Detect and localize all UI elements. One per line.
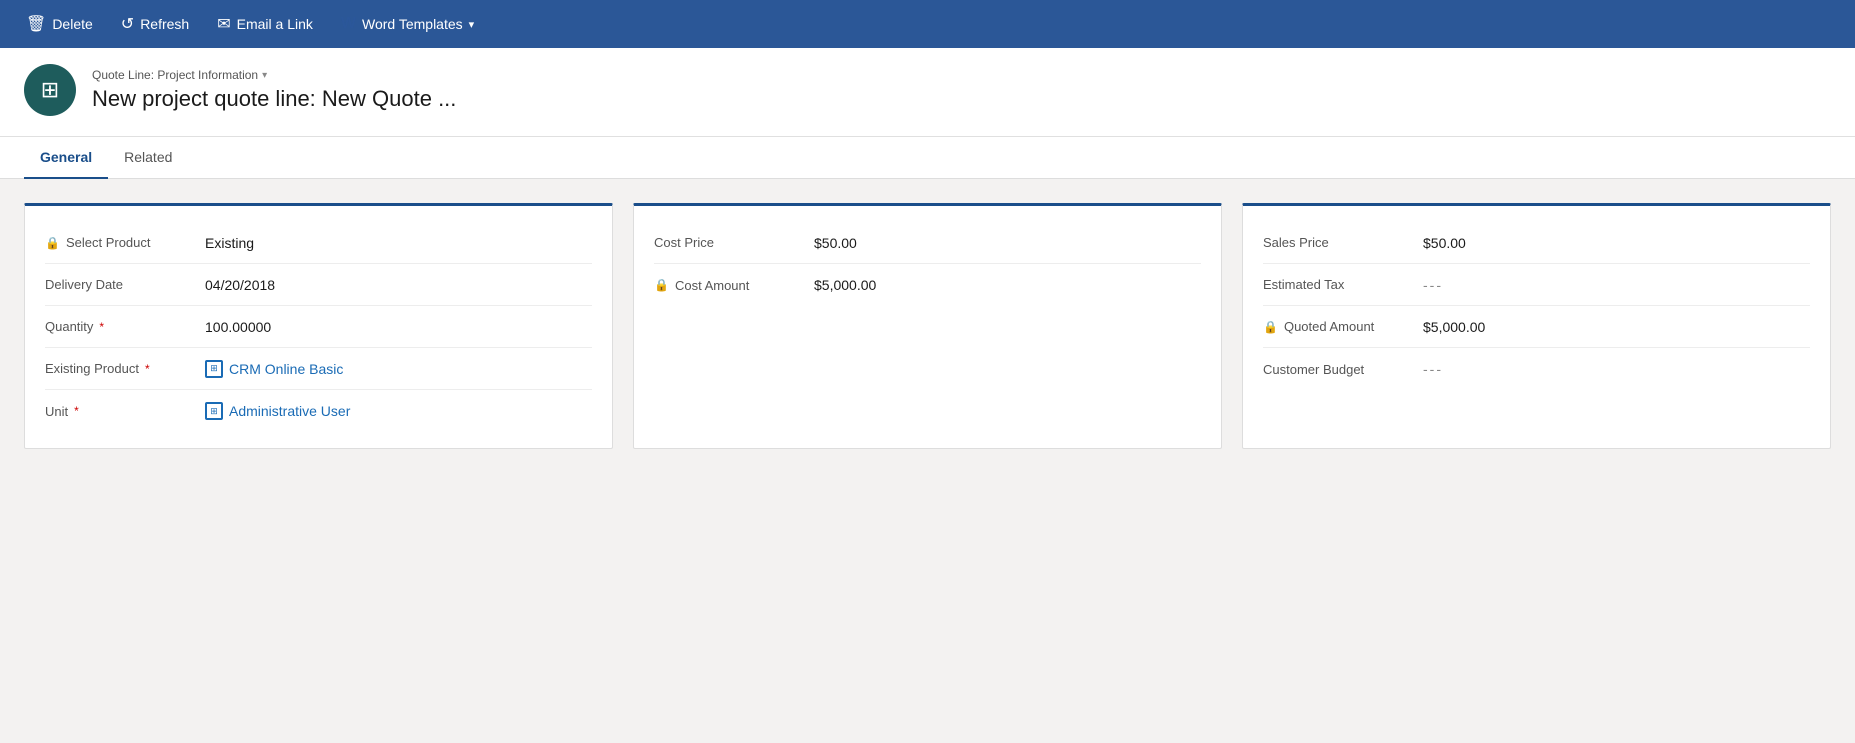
- required-star-unit: *: [74, 404, 79, 418]
- field-row-estimated-tax: Estimated Tax ---: [1263, 264, 1810, 306]
- header-text: Quote Line: Project Information ▾ New pr…: [92, 68, 456, 112]
- field-row-customer-budget: Customer Budget ---: [1263, 348, 1810, 390]
- value-customer-budget[interactable]: ---: [1423, 361, 1443, 377]
- label-quoted-amount: 🔒 Quoted Amount: [1263, 319, 1423, 334]
- left-card-form: 🔒 Select Product Existing Delivery Date …: [25, 206, 612, 448]
- breadcrumb-chevron-icon[interactable]: ▾: [262, 70, 267, 81]
- lock-icon-select-product: 🔒: [45, 236, 60, 250]
- breadcrumb-label: Quote Line: Project Information: [92, 68, 258, 82]
- value-select-product[interactable]: Existing: [205, 235, 254, 251]
- page-header: ⊞ Quote Line: Project Information ▾ New …: [0, 48, 1855, 137]
- middle-card-form: Cost Price $50.00 🔒 Cost Amount $5,000.0…: [634, 206, 1221, 322]
- right-card: Sales Price $50.00 Estimated Tax --- 🔒 Q…: [1242, 203, 1831, 449]
- field-row-sales-price: Sales Price $50.00: [1263, 222, 1810, 264]
- tab-general[interactable]: General: [24, 137, 108, 179]
- email-icon: ✉: [217, 14, 230, 34]
- cards-row: 🔒 Select Product Existing Delivery Date …: [24, 203, 1831, 449]
- field-row-unit: Unit * ⊞ Administrative User: [45, 390, 592, 432]
- tabs-container: General Related: [0, 137, 1855, 179]
- word-templates-chevron: ▾: [469, 18, 475, 31]
- main-content: 🔒 Select Product Existing Delivery Date …: [0, 179, 1855, 743]
- tab-related[interactable]: Related: [108, 137, 188, 179]
- value-delivery-date[interactable]: 04/20/2018: [205, 277, 275, 293]
- refresh-button[interactable]: ↺ Refresh: [111, 10, 199, 38]
- required-star-existing-product: *: [145, 362, 150, 376]
- avatar: ⊞: [24, 64, 76, 116]
- toolbar: 🗑 Delete ↺ Refresh ✉ Email a Link W Word…: [0, 0, 1855, 48]
- refresh-icon: ↺: [121, 14, 134, 34]
- lock-icon-cost-amount: 🔒: [654, 278, 669, 292]
- lock-icon-quoted-amount: 🔒: [1263, 320, 1278, 334]
- label-delivery-date: Delivery Date: [45, 277, 205, 292]
- label-select-product: 🔒 Select Product: [45, 235, 205, 250]
- word-templates-button[interactable]: W Word Templates ▾: [331, 11, 484, 37]
- entity-icon-product: ⊞: [205, 360, 223, 378]
- label-existing-product: Existing Product *: [45, 361, 205, 376]
- field-row-existing-product: Existing Product * ⊞ CRM Online Basic: [45, 348, 592, 390]
- delete-icon: 🗑: [26, 14, 46, 34]
- label-quantity: Quantity *: [45, 319, 205, 334]
- word-icon: W: [341, 15, 356, 33]
- field-row-delivery-date: Delivery Date 04/20/2018: [45, 264, 592, 306]
- page-title: New project quote line: New Quote ...: [92, 86, 456, 112]
- right-card-form: Sales Price $50.00 Estimated Tax --- 🔒 Q…: [1243, 206, 1830, 406]
- field-row-quoted-amount: 🔒 Quoted Amount $5,000.00: [1263, 306, 1810, 348]
- value-estimated-tax[interactable]: ---: [1423, 277, 1443, 293]
- label-cost-price: Cost Price: [654, 235, 814, 250]
- label-sales-price: Sales Price: [1263, 235, 1423, 250]
- label-cost-amount: 🔒 Cost Amount: [654, 278, 814, 293]
- avatar-icon: ⊞: [41, 77, 59, 103]
- left-card: 🔒 Select Product Existing Delivery Date …: [24, 203, 613, 449]
- value-cost-amount[interactable]: $5,000.00: [814, 277, 876, 293]
- breadcrumb: Quote Line: Project Information ▾: [92, 68, 456, 82]
- field-row-quantity: Quantity * 100.00000: [45, 306, 592, 348]
- value-quantity[interactable]: 100.00000: [205, 319, 271, 335]
- value-quoted-amount[interactable]: $5,000.00: [1423, 319, 1485, 335]
- field-row-cost-price: Cost Price $50.00: [654, 222, 1201, 264]
- label-customer-budget: Customer Budget: [1263, 362, 1423, 377]
- email-link-button[interactable]: ✉ Email a Link: [207, 10, 323, 38]
- middle-card: Cost Price $50.00 🔒 Cost Amount $5,000.0…: [633, 203, 1222, 449]
- value-sales-price[interactable]: $50.00: [1423, 235, 1466, 251]
- field-row-select-product: 🔒 Select Product Existing: [45, 222, 592, 264]
- value-cost-price[interactable]: $50.00: [814, 235, 857, 251]
- label-unit: Unit *: [45, 404, 205, 419]
- entity-icon-unit: ⊞: [205, 402, 223, 420]
- value-unit[interactable]: ⊞ Administrative User: [205, 402, 350, 420]
- label-estimated-tax: Estimated Tax: [1263, 277, 1423, 292]
- field-row-cost-amount: 🔒 Cost Amount $5,000.00: [654, 264, 1201, 306]
- delete-button[interactable]: 🗑 Delete: [16, 10, 103, 38]
- value-existing-product[interactable]: ⊞ CRM Online Basic: [205, 360, 343, 378]
- required-star-quantity: *: [99, 320, 104, 334]
